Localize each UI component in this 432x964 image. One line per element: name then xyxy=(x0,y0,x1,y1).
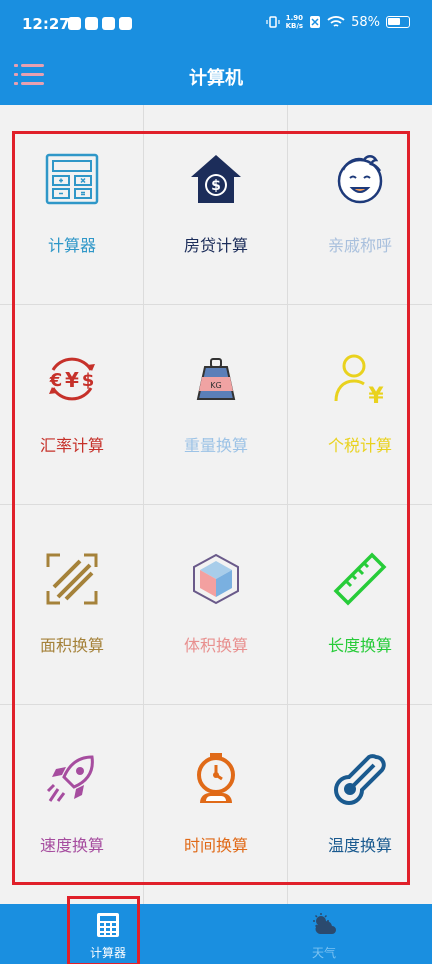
bottom-nav: 计算器 天气 xyxy=(0,904,432,964)
tool-label: 体积换算 xyxy=(183,636,248,655)
thermometer-icon xyxy=(334,754,386,805)
currency-exchange-icon: € ¥ $ xyxy=(49,357,95,401)
tool-label: 温度换算 xyxy=(327,836,392,855)
sim-off-icon xyxy=(310,16,321,28)
app-notification-icon xyxy=(85,17,98,30)
calculator-nav-icon xyxy=(97,913,119,937)
weather-icon xyxy=(313,913,336,934)
svg-text:¥: ¥ xyxy=(368,384,384,407)
tool-area[interactable]: 面积换算 xyxy=(0,505,144,705)
status-right: 1.90 KB/s 58% xyxy=(266,14,410,30)
message-icon xyxy=(102,17,115,30)
tool-label: 长度换算 xyxy=(327,636,392,655)
tool-label: 计算器 xyxy=(47,236,96,255)
svg-text:€: € xyxy=(49,370,63,391)
tool-label: 汇率计算 xyxy=(39,436,104,455)
nav-label: 计算器 xyxy=(89,946,126,960)
nav-calculator[interactable]: 计算器 xyxy=(68,904,148,964)
status-bar: 12:27 1.90 KB/s 58% xyxy=(0,0,432,50)
notification-icons xyxy=(68,17,132,30)
tool-calculator[interactable]: 计算器 xyxy=(0,105,144,305)
wifi-icon xyxy=(327,16,345,27)
tool-time[interactable]: 时间换算 xyxy=(144,705,288,905)
tool-label: 重量换算 xyxy=(183,436,248,455)
nav-label: 天气 xyxy=(311,946,336,960)
tool-label: 亲戚称呼 xyxy=(327,236,392,255)
cube-icon xyxy=(193,553,239,605)
tool-relatives[interactable]: 亲戚称呼 xyxy=(288,105,432,305)
svg-text:$: $ xyxy=(82,370,95,391)
tool-currency[interactable]: € ¥ $ 汇率计算 xyxy=(0,305,144,505)
svg-text:¥: ¥ xyxy=(65,368,79,392)
tool-label: 速度换算 xyxy=(39,836,104,855)
tool-house-loan[interactable]: $ 房贷计算 xyxy=(144,105,288,305)
house-loan-icon: $ xyxy=(191,155,241,203)
tool-length[interactable]: 长度换算 xyxy=(288,505,432,705)
tool-label: 个税计算 xyxy=(327,436,392,455)
tool-label: 时间换算 xyxy=(183,836,248,855)
tool-temperature[interactable]: 温度换算 xyxy=(288,705,432,905)
tool-volume[interactable]: 体积换算 xyxy=(144,505,288,705)
tool-personal-tax[interactable]: ¥ 个税计算 xyxy=(288,305,432,505)
tool-label: 房贷计算 xyxy=(183,236,248,255)
tool-weight[interactable]: KG 重量换算 xyxy=(144,305,288,505)
info-icon xyxy=(68,17,81,30)
network-speed: 1.90 KB/s xyxy=(285,14,304,30)
status-time: 12:27 xyxy=(22,15,70,33)
rocket-icon xyxy=(46,755,94,802)
calculator-icon xyxy=(45,153,99,205)
baby-face-icon xyxy=(337,155,383,204)
tool-speed[interactable]: 速度换算 xyxy=(0,705,144,905)
tool-label: 面积换算 xyxy=(39,636,104,655)
battery-percent: 58% xyxy=(351,14,380,30)
svg-text:$: $ xyxy=(211,178,221,194)
nav-weather[interactable]: 天气 xyxy=(284,904,364,964)
weight-icon: KG xyxy=(196,358,236,400)
area-icon xyxy=(46,553,98,605)
ruler-icon xyxy=(333,552,387,606)
vibrate-icon xyxy=(266,16,280,28)
personal-tax-icon: ¥ xyxy=(334,354,384,407)
tool-grid: 计算器 $ 房贷计算 亲戚称呼 € ¥ $ 汇率计算 KG 重量换算 ¥ 个税计… xyxy=(0,105,432,904)
svg-text:KG: KG xyxy=(210,381,221,390)
tiktok-icon xyxy=(119,17,132,30)
page-title: 计算机 xyxy=(189,68,243,89)
battery-icon xyxy=(386,16,410,28)
stopwatch-icon xyxy=(197,753,235,803)
app-bar: 计算机 xyxy=(0,50,432,105)
